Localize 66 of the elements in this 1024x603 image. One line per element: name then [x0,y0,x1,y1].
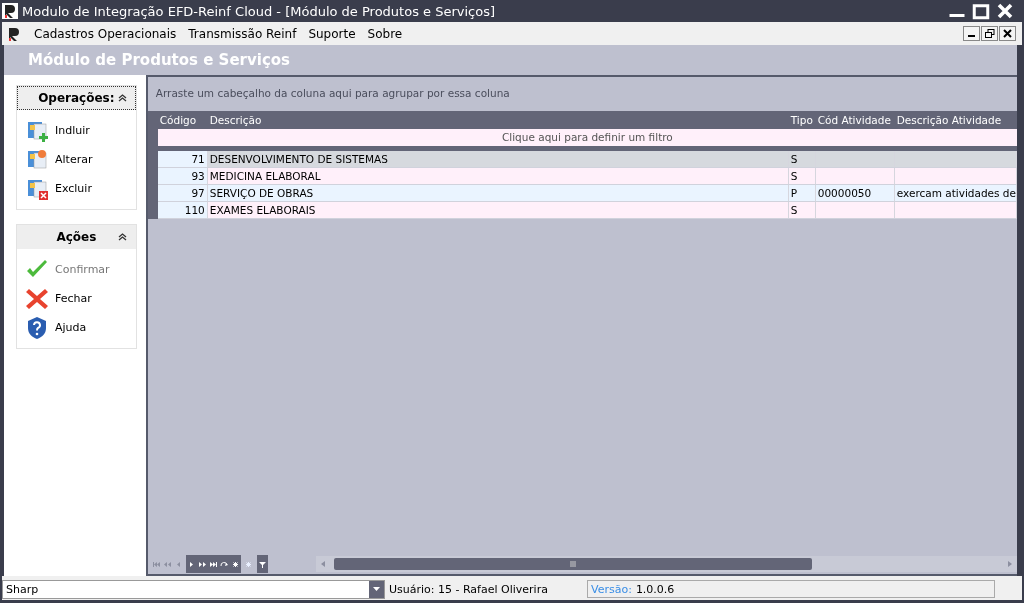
scroll-left-icon [319,560,326,568]
panel-header[interactable]: Operações: [17,86,136,110]
table-cell: EXAMES ELABORAIS [207,202,789,218]
table-cell: 93 [157,168,208,184]
sidebar-action[interactable]: Fechar [25,284,92,313]
help-shield-icon [25,315,49,340]
filter-row[interactable]: Clique aqui para definir um filtro [157,129,1017,146]
restore-button[interactable] [981,26,998,41]
scroll-thumb-grip-icon [569,560,576,568]
table-cell: MEDICINA ELABORAL [207,168,789,184]
table-cell: S [788,202,816,218]
table-cell: 71 [157,151,208,167]
menu-item[interactable]: Sobre [361,26,409,41]
sidebar-action[interactable]: Alterar [25,145,93,174]
table-row[interactable]: 71 DESENVOLVIMENTO DE SISTEMAS S [157,151,1017,168]
table-cell: P [788,185,816,201]
column-header[interactable]: Descrição [207,114,789,126]
app-logo-icon [2,3,18,19]
collapse-icon [117,232,127,241]
table-row[interactable]: 97 SERVIÇO DE OBRAS P 00000050 exercam atividades de [157,185,1017,202]
dropdown-button[interactable] [369,580,384,598]
menu-item[interactable]: Transmissão Reinf [182,26,303,41]
app-logo-icon [6,25,22,42]
close-icon [25,286,49,311]
scroll-right-icon [1007,560,1013,568]
table-row[interactable]: 93 MEDICINA ELABORAL S [157,168,1017,185]
table-cell: DESENVOLVIMENTO DE SISTEMAS [207,151,789,167]
refresh-icon[interactable] [219,560,229,568]
table-cell: S [788,168,816,184]
window-title: Modulo de Integração EFD-Reinf Cloud - [Módulo de Produtos e Serviços] [22,3,497,19]
next-page-icon[interactable] [197,560,207,568]
sidebar-action[interactable]: Indluir [25,116,90,145]
user-label: Usuário: 15 - Rafael Oliverira [388,582,549,596]
star-icon[interactable] [243,560,253,568]
insert-record-icon[interactable] [230,560,240,568]
column-header[interactable]: Tipo [788,114,816,126]
page-title: Módulo de Produtos e Serviços [4,45,1017,75]
column-header[interactable]: Descrição Atividade [894,114,1017,126]
filter-icon[interactable] [257,560,267,568]
table-cell: S [788,151,816,167]
close-icon [1002,28,1013,39]
table-row[interactable]: 110 EXAMES ELABORAIS S [157,202,1017,219]
sidebar-action[interactable]: Ajuda [25,313,87,342]
table-cell: SERVIÇO DE OBRAS [207,185,789,201]
group-by-hint: Arraste um cabeçalho da coluna aqui para agrupar por essa coluna [154,86,511,101]
version-label: Versão: [591,582,632,596]
last-record-icon[interactable] [208,560,218,568]
table-cell: 110 [157,202,208,218]
table-cell: 00000050 [815,185,895,201]
column-header[interactable]: Código [157,114,208,126]
collapse-icon [117,93,127,102]
column-header[interactable]: Cód Atividade [815,114,895,126]
version-value: 1.0.0.6 [635,582,675,596]
restore-icon [984,28,995,39]
close-button[interactable] [999,26,1016,41]
horizontal-scrollbar[interactable] [315,556,1017,572]
sidebar-action[interactable]: Excluir [25,174,92,203]
card-edit-icon [25,147,49,172]
menu-item[interactable]: Suporte [302,26,362,41]
minimize-icon [968,35,975,37]
minimize-button[interactable] [963,26,980,41]
table-cell: exercam atividades de [894,185,1017,201]
caret-icon [373,587,380,591]
company-dropdown[interactable]: Sharp [2,579,385,599]
panel-header[interactable]: Ações [17,225,136,249]
menu-item[interactable]: Cadastros Operacionais [28,26,183,41]
